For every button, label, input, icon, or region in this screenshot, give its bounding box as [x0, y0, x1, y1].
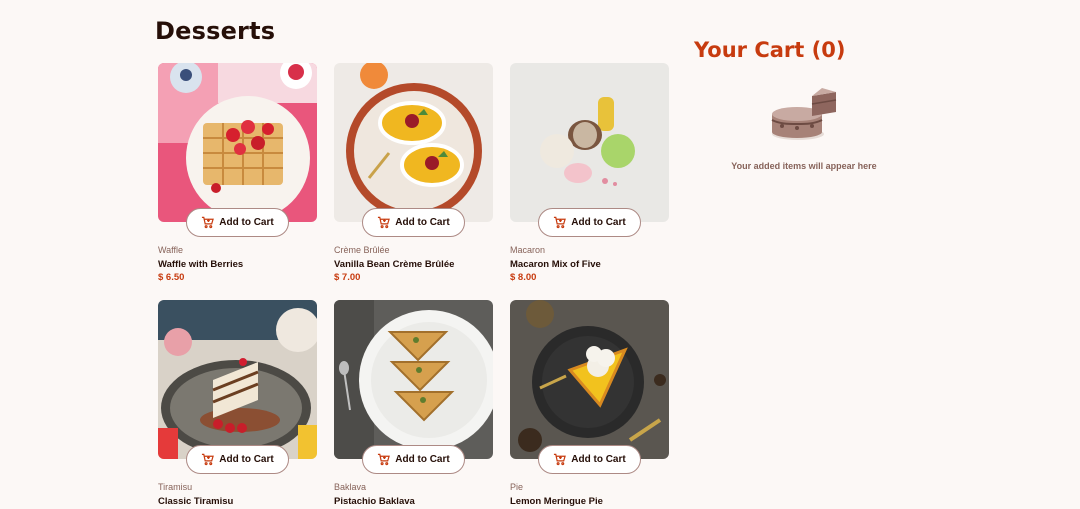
product-price: $ 8.00: [510, 272, 537, 283]
add-to-cart-label: Add to Cart: [571, 454, 626, 465]
product-price: $ 6.50: [158, 272, 185, 283]
product-name: Vanilla Bean Crème Brûlée: [334, 259, 455, 270]
product-image-pie: [510, 300, 669, 459]
product-image-creme-brulee: [334, 63, 493, 222]
product-category: Tiramisu: [158, 482, 193, 492]
add-to-cart-button[interactable]: Add to Cart: [538, 208, 641, 237]
add-to-cart-icon: [378, 216, 391, 229]
empty-cart-message: Your added items will appear here: [731, 161, 877, 171]
product-image-waffle: [158, 63, 317, 222]
empty-cart-cake-icon: [771, 88, 837, 140]
add-to-cart-label: Add to Cart: [395, 217, 450, 228]
add-to-cart-button[interactable]: Add to Cart: [186, 445, 289, 474]
add-to-cart-button[interactable]: Add to Cart: [362, 208, 465, 237]
add-to-cart-icon: [554, 453, 567, 466]
product-price: $ 7.00: [334, 272, 361, 283]
add-to-cart-icon: [202, 453, 215, 466]
product-image-macaron: [510, 63, 669, 222]
add-to-cart-label: Add to Cart: [219, 454, 274, 465]
cart-title: Your Cart (0): [694, 38, 846, 62]
product-name: Pistachio Baklava: [334, 496, 415, 507]
cart-panel: Your Cart (0) Your added items will appe…: [694, 38, 914, 171]
product-name: Lemon Meringue Pie: [510, 496, 603, 507]
product-name: Waffle with Berries: [158, 259, 244, 270]
product-name: Classic Tiramisu: [158, 496, 234, 507]
product-category: Baklava: [334, 482, 367, 492]
add-to-cart-label: Add to Cart: [219, 217, 274, 228]
page-title: Desserts: [155, 17, 276, 45]
product-category: Waffle: [158, 245, 184, 255]
add-to-cart-label: Add to Cart: [571, 217, 626, 228]
product-category: Crème Brûlée: [334, 245, 390, 255]
add-to-cart-icon: [202, 216, 215, 229]
add-to-cart-icon: [554, 216, 567, 229]
add-to-cart-button[interactable]: Add to Cart: [186, 208, 289, 237]
product-image-baklava: [334, 300, 493, 459]
product-name: Macaron Mix of Five: [510, 259, 601, 270]
add-to-cart-button[interactable]: Add to Cart: [362, 445, 465, 474]
add-to-cart-icon: [378, 453, 391, 466]
product-image-tiramisu: [158, 300, 317, 459]
add-to-cart-button[interactable]: Add to Cart: [538, 445, 641, 474]
product-category: Macaron: [510, 245, 546, 255]
product-category: Pie: [510, 482, 524, 492]
add-to-cart-label: Add to Cart: [395, 454, 450, 465]
